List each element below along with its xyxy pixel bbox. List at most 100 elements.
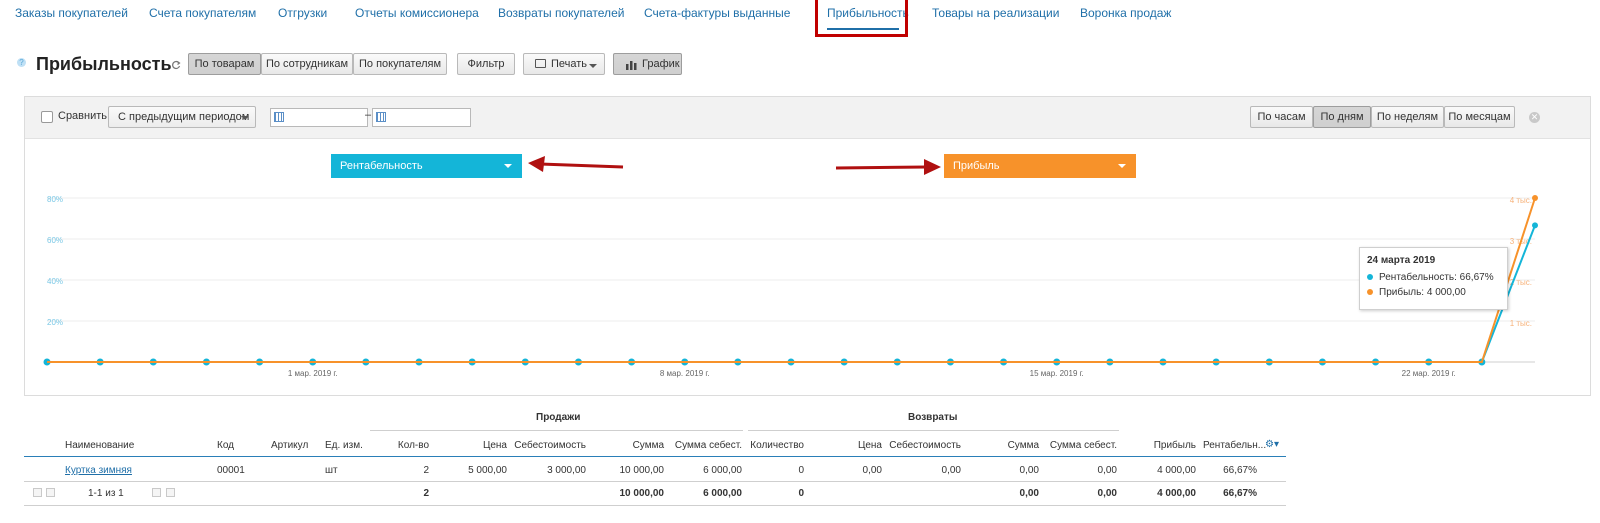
col-header-return-cost[interactable]: Себестоимость <box>889 440 961 451</box>
by-products-button[interactable]: По товарам <box>188 53 261 75</box>
active-tab-highlight <box>815 0 908 37</box>
y-left-tick-label: 80% <box>47 195 63 204</box>
col-header-cost[interactable]: Себестоимость <box>514 440 586 451</box>
group-header-sales: Продажи <box>536 412 581 423</box>
col-header-sum-cost[interactable]: Сумма себест. <box>675 440 742 451</box>
print-button[interactable]: Печать <box>523 53 605 75</box>
tab-customer-orders[interactable]: Заказы покупателей <box>15 6 128 20</box>
tooltip-value: 4 000,00 <box>1426 287 1466 298</box>
tooltip-value: 66,67% <box>1459 272 1494 283</box>
tooltip-row-profit: Прибыль: 4 000,00 <box>1367 285 1507 300</box>
x-tick-label: 15 мар. 2019 г. <box>1030 369 1084 378</box>
total-sum-cost: 6 000,00 <box>703 488 742 499</box>
series-line-rentability <box>47 224 1536 363</box>
line-chart: 20% 1 тыс.40% 2 тыс.60% 3 тыс.80% 4 тыс.1 ма… <box>43 195 1538 378</box>
cell-sum: 10 000,00 <box>619 465 665 476</box>
by-customers-button[interactable]: По покупателям <box>353 53 447 75</box>
col-header-code[interactable]: Код <box>217 440 234 451</box>
totals-divider <box>24 505 1286 506</box>
cell-unit: шт <box>325 465 338 476</box>
data-point <box>1532 222 1538 229</box>
last-page-button[interactable] <box>166 488 175 497</box>
cell-profit: 4 000,00 <box>1157 465 1196 476</box>
col-header-article[interactable]: Артикул <box>271 440 308 451</box>
col-header-return-price[interactable]: Цена <box>858 440 882 451</box>
series-dot-icon <box>1367 274 1373 281</box>
prev-page-button[interactable] <box>46 488 55 497</box>
tooltip-label: Прибыль: <box>1379 287 1425 298</box>
tooltip-label: Рентабельность: <box>1379 272 1457 283</box>
bar-chart-icon <box>626 61 637 70</box>
x-tick-label: 8 мар. 2019 г. <box>660 369 710 378</box>
chevron-down-icon <box>589 64 597 68</box>
col-header-name[interactable]: Наименование <box>65 440 134 451</box>
row-divider <box>24 481 1286 482</box>
cell-return-qty: 0 <box>798 465 804 476</box>
header-divider <box>24 456 1286 457</box>
cell-rentability: 66,67% <box>1223 465 1257 476</box>
total-rentability: 66,67% <box>1223 488 1257 499</box>
col-header-qty[interactable]: Кол-во <box>398 440 429 451</box>
cell-sum-cost: 6 000,00 <box>703 465 742 476</box>
cell-code: 00001 <box>217 465 245 476</box>
tab-shipments[interactable]: Отгрузки <box>278 6 327 20</box>
total-return-qty: 0 <box>798 488 804 499</box>
total-return-sum: 0,00 <box>1019 488 1039 499</box>
refresh-icon[interactable] <box>171 60 181 70</box>
first-page-button[interactable] <box>33 488 42 497</box>
tab-customer-returns[interactable]: Возвраты покупателей <box>498 6 624 20</box>
top-nav: Заказы покупателей Счета покупателям Отг… <box>0 0 1600 37</box>
total-sum: 10 000,00 <box>619 488 665 499</box>
gear-icon[interactable]: ⚙▾ <box>1265 439 1279 450</box>
chart-label: График <box>642 58 680 70</box>
cell-return-cost: 0,00 <box>941 465 961 476</box>
col-header-return-sum-cost[interactable]: Сумма себест. <box>1050 440 1117 451</box>
filter-button[interactable]: Фильтр <box>457 53 515 75</box>
cell-cost: 3 000,00 <box>547 465 586 476</box>
total-profit: 4 000,00 <box>1157 488 1196 499</box>
col-header-profit[interactable]: Прибыль <box>1154 440 1196 451</box>
series-dot-icon <box>1367 289 1373 296</box>
tab-customer-invoices[interactable]: Счета покупателям <box>149 6 256 20</box>
tooltip-row-rentability: Рентабельность: 66,67% <box>1367 270 1507 285</box>
col-header-return-sum[interactable]: Сумма <box>1008 440 1039 451</box>
y-right-tick-label: 1 тыс. <box>1510 319 1532 328</box>
tab-commission-reports[interactable]: Отчеты комиссионера <box>355 6 479 20</box>
cell-return-sum-cost: 0,00 <box>1097 465 1117 476</box>
page-title: Прибыльность <box>36 54 172 74</box>
chart-button[interactable]: График <box>613 53 682 75</box>
x-tick-label: 1 мар. 2019 г. <box>288 369 338 378</box>
tab-issued-invoices[interactable]: Счета-фактуры выданные <box>644 6 790 20</box>
product-link[interactable]: Куртка зимняя <box>65 465 132 476</box>
y-left-tick-label: 60% <box>47 236 63 245</box>
print-label: Печать <box>551 58 588 70</box>
chart-tooltip: 24 марта 2019 Рентабельность: 66,67% При… <box>1359 247 1508 310</box>
group-header-returns: Возвраты <box>908 412 958 423</box>
cell-return-price: 0,00 <box>862 465 882 476</box>
col-header-price[interactable]: Цена <box>483 440 507 451</box>
total-return-sum-cost: 0,00 <box>1097 488 1117 499</box>
cell-price: 5 000,00 <box>468 465 507 476</box>
col-header-return-qty[interactable]: Количество <box>750 440 804 451</box>
sales-group-divider <box>370 430 743 431</box>
y-left-tick-label: 20% <box>47 318 63 327</box>
active-tab-underline <box>827 28 899 30</box>
cell-return-sum: 0,00 <box>1019 465 1039 476</box>
tooltip-title: 24 марта 2019 <box>1367 255 1436 266</box>
y-left-tick-label: 40% <box>47 277 63 286</box>
data-point <box>1532 195 1538 201</box>
tab-sales-funnel[interactable]: Воронка продаж <box>1080 6 1171 20</box>
x-tick-label: 22 мар. 2019 г. <box>1402 369 1456 378</box>
tab-consignment-goods[interactable]: Товары на реализации <box>932 6 1059 20</box>
next-page-button[interactable] <box>152 488 161 497</box>
pager-label: 1-1 из 1 <box>88 488 124 499</box>
col-header-rentability[interactable]: Рентабельн... <box>1203 440 1266 451</box>
help-icon[interactable]: ? <box>17 58 26 67</box>
col-header-unit[interactable]: Ед. изм. <box>325 440 363 451</box>
col-header-sum[interactable]: Сумма <box>633 440 664 451</box>
by-employees-button[interactable]: По сотрудникам <box>261 53 353 75</box>
cell-qty: 2 <box>423 465 429 476</box>
chart-panel: Сравнить С предыдущим периодом – По часа… <box>24 96 1591 396</box>
returns-group-divider <box>748 430 1119 431</box>
printer-icon <box>535 59 546 68</box>
